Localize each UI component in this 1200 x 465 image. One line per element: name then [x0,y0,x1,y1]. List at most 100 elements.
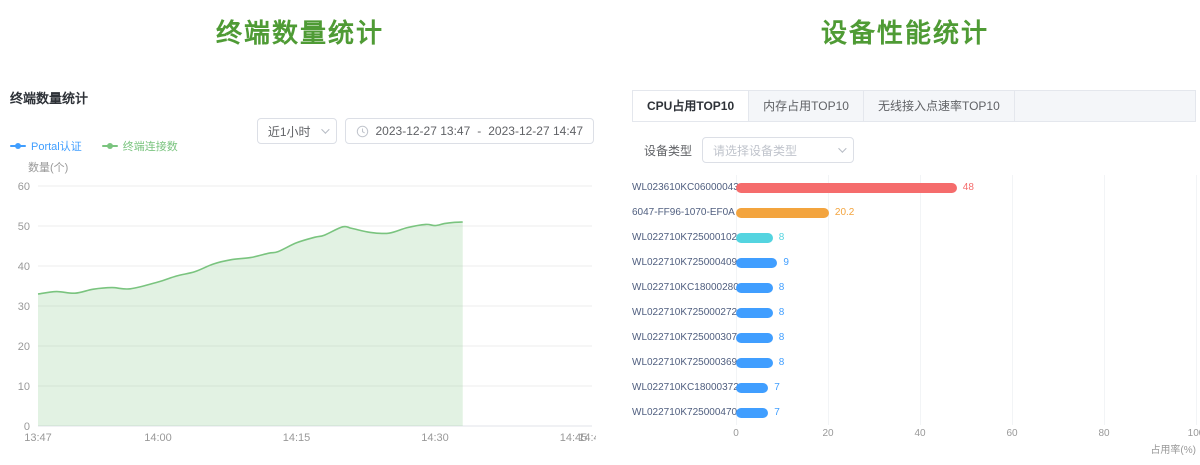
device-type-label: 设备类型 [644,142,692,159]
legend-marker-icon [102,145,118,147]
x-tick-label: 13:47 [24,432,52,444]
device-name-label: WL022710K725000369 [632,357,736,368]
x-tick-label: 14:47 [578,432,596,444]
bar [736,258,777,268]
bar-value-label: 8 [779,282,785,293]
bar-track: 7 [736,383,1196,393]
device-type-placeholder: 请选择设备类型 [713,142,797,159]
bar-row: 6047-FF96-1070-EF0A 20.2 [632,200,1196,225]
x-tick-label: 14:00 [144,432,172,444]
bar [736,233,773,243]
bar-row: WL022710K725000307 8 [632,325,1196,350]
device-name-label: WL022710K725000307 [632,332,736,343]
bar-value-label: 7 [774,407,780,418]
x-tick-label: 40 [914,428,925,439]
bar-row: WL022710K725000272 8 [632,300,1196,325]
terminal-stats-page-title: 终端数量统计 [0,13,600,50]
x-tick-label: 14:15 [283,432,311,444]
bar-row: WL022710K725000102 8 [632,225,1196,250]
bar-value-label: 20.2 [835,207,854,218]
bar-chart-x-axis: 020406080100 [632,425,1196,441]
bar-track: 8 [736,283,1196,293]
y-tick-label: 20 [18,341,30,353]
bar [736,383,768,393]
x-tick-label: 80 [1098,428,1109,439]
bar-row: WL023610KC06000043 48 [632,175,1196,200]
bar-track: 20.2 [736,208,1196,218]
bar-track: 48 [736,183,1196,193]
bar-value-label: 9 [783,257,789,268]
chevron-down-icon [838,144,846,152]
device-name-label: WL022710K725000470 [632,407,736,418]
bar [736,183,957,193]
y-tick-label: 10 [18,381,30,393]
bar [736,333,773,343]
bar-row: WL022710K725000409 9 [632,250,1196,275]
legend-item[interactable]: 终端连接数 [102,138,178,154]
y-tick-label: 30 [18,301,30,313]
terminal-count-line-chart: 010203040506013:4714:0014:1514:3014:4514… [10,174,596,454]
terminal-stats-card: 终端数量统计 近1小时 2023-12-27 13:47 - 2023-12-2… [10,88,596,454]
bar [736,408,768,418]
tab-memory-top10[interactable]: 内存占用TOP10 [749,91,864,121]
bar-row: WL022710KC18000372 7 [632,375,1196,400]
bar-value-label: 48 [963,182,974,193]
tab-cpu-top10[interactable]: CPU占用TOP10 [633,91,749,121]
bar-row: WL022710K725000369 8 [632,350,1196,375]
clock-icon [356,125,369,138]
bar-value-label: 8 [779,232,785,243]
legend-item[interactable]: Portal认证 [10,138,82,154]
device-name-label: WL022710KC18000280 [632,282,736,293]
device-performance-page-title: 设备性能统计 [620,13,1190,50]
date-range-start: 2023-12-27 13:47 [376,124,471,138]
time-range-value: 近1小时 [268,123,311,140]
bar-track: 7 [736,408,1196,418]
device-type-select[interactable]: 请选择设备类型 [702,137,854,163]
bar-value-label: 7 [774,382,780,393]
y-tick-label: 50 [18,221,30,233]
bar-row: WL022710K725000470 7 [632,400,1196,425]
area-fill [38,222,463,426]
date-range-separator: - [477,124,481,138]
x-tick-label: 20 [822,428,833,439]
bar [736,283,773,293]
x-tick-label: 100 [1188,428,1200,439]
bar-row: WL022710KC18000280 8 [632,275,1196,300]
bar-value-label: 8 [779,307,785,318]
y-axis-label: 数量(个) [28,159,68,175]
device-name-label: WL022710K725000272 [632,307,736,318]
legend-marker-icon [10,145,26,147]
bar-value-label: 8 [779,357,785,368]
x-tick-label: 14:30 [421,432,449,444]
bar-track: 8 [736,233,1196,243]
chart-controls: 近1小时 2023-12-27 13:47 - 2023-12-27 14:47 [257,118,594,144]
device-performance-card: CPU占用TOP10内存占用TOP10无线接入点速率TOP10 设备类型 请选择… [632,90,1196,456]
tab-wireless-ap-rate-top10[interactable]: 无线接入点速率TOP10 [864,91,1015,121]
bar [736,208,829,218]
line-chart-legend: Portal认证 终端连接数 [10,138,178,154]
device-name-label: WL022710KC18000372 [632,382,736,393]
terminal-stats-card-header: 终端数量统计 [10,88,596,107]
legend-label: Portal认证 [31,138,82,154]
device-name-label: WL022710K725000409 [632,257,736,268]
y-tick-label: 40 [18,261,30,273]
v-gridline [1196,175,1197,425]
time-range-select[interactable]: 近1小时 [257,118,337,144]
bar [736,308,773,318]
cpu-top10-bar-chart: WL023610KC06000043 48 6047-FF96-1070-EF0A 2… [632,175,1196,465]
device-name-label: 6047-FF96-1070-EF0A [632,207,736,218]
performance-tabs: CPU占用TOP10内存占用TOP10无线接入点速率TOP10 [632,90,1196,122]
bar [736,358,773,368]
chevron-down-icon [321,125,329,133]
date-range-end: 2023-12-27 14:47 [488,124,583,138]
device-name-label: WL022710K725000102 [632,232,736,243]
x-tick-label: 0 [733,428,739,439]
bar-value-label: 8 [779,332,785,343]
date-range-picker[interactable]: 2023-12-27 13:47 - 2023-12-27 14:47 [345,118,595,144]
bar-track: 8 [736,358,1196,368]
bar-track: 8 [736,308,1196,318]
legend-label: 终端连接数 [123,138,178,154]
x-axis-title: 占用率(%) [1150,441,1196,456]
device-name-label: WL023610KC06000043 [632,182,736,193]
device-type-filter-row: 设备类型 请选择设备类型 [632,137,1196,163]
